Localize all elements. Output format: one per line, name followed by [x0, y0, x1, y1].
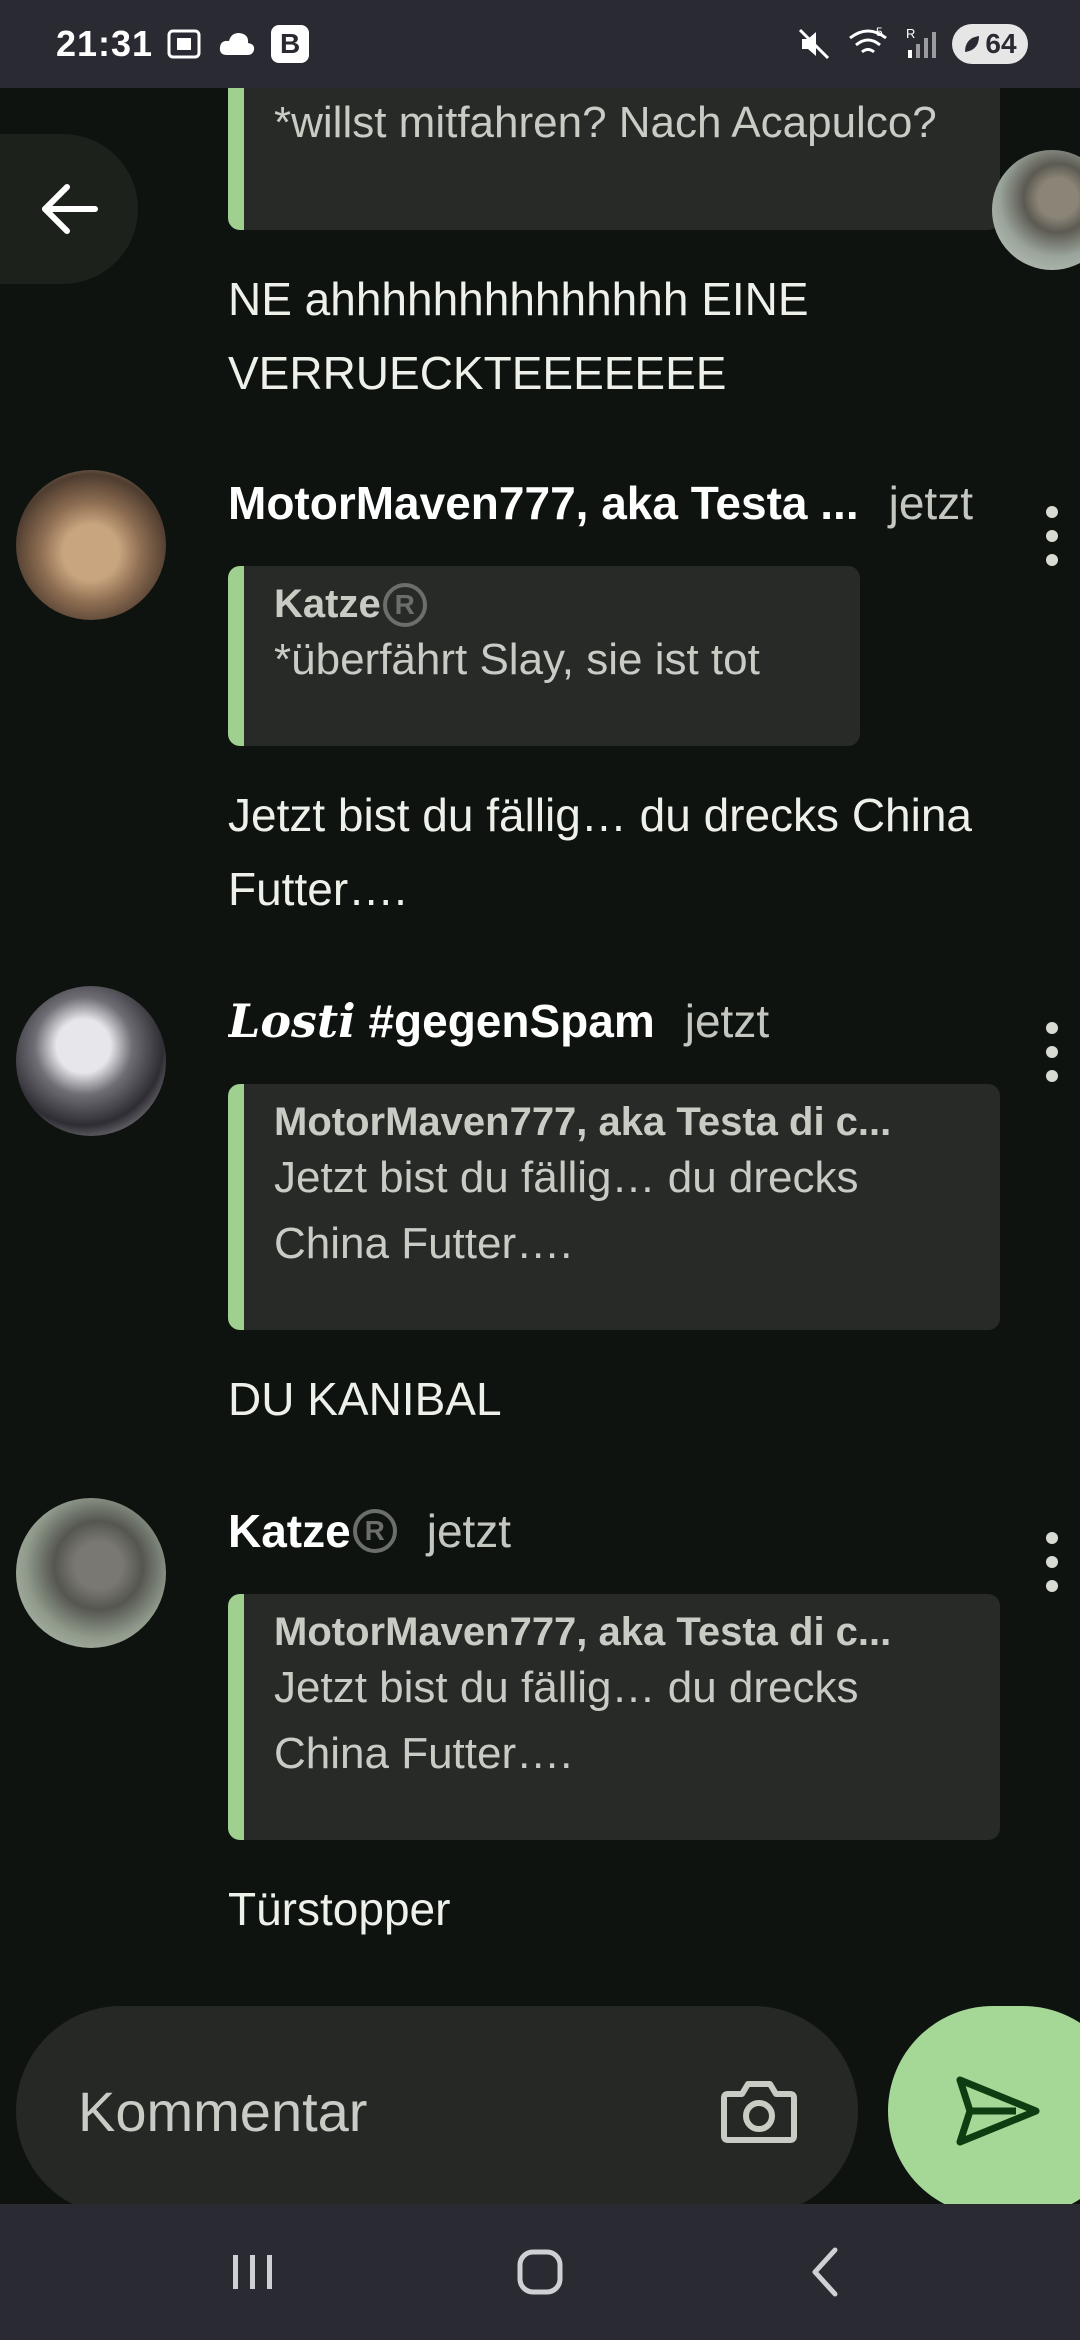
roaming-indicator: R	[906, 26, 915, 41]
comment-input[interactable]: Kommentar	[78, 2079, 720, 2144]
screenshot-icon	[167, 29, 201, 59]
b-app-badge: B	[271, 25, 310, 63]
status-right: 5 R 64	[796, 24, 1028, 64]
status-left-icons: B	[165, 25, 310, 63]
network-badge: 5	[876, 26, 883, 39]
more-options-button[interactable]	[1040, 506, 1064, 566]
quote-text: Jetzt bist du fällig… du drecks China Fu…	[274, 1153, 859, 1268]
battery-indicator: 64	[952, 24, 1028, 64]
author-name[interactable]: Losti #gegenSpam	[228, 994, 655, 1048]
quote-author: Katze R	[274, 582, 832, 627]
more-options-button[interactable]	[1040, 1532, 1064, 1592]
message-text: NE ahhhhhhhhhhhhhh EINE VERRUECKTEEEEEEE	[228, 273, 809, 399]
home-icon[interactable]	[510, 2242, 570, 2302]
timestamp: jetzt	[684, 995, 770, 1047]
message-text: Türstopper	[228, 1883, 451, 1935]
system-navigation-bar	[0, 2204, 1080, 2340]
signal-icon: R	[906, 26, 936, 58]
more-dot	[1046, 1022, 1058, 1034]
timestamp: jetzt	[888, 477, 973, 529]
recents-icon[interactable]	[223, 2247, 283, 2297]
quote-text: *überfährt Slay, sie ist tot	[274, 635, 760, 684]
status-left: 21:31 B	[56, 23, 310, 65]
mute-icon	[798, 28, 830, 60]
author-name-tag: #gegenSpam	[368, 995, 655, 1047]
more-dot	[1046, 1556, 1058, 1568]
quote-bubble[interactable]: MotorMaven777, aka Testa di c... Jetzt b…	[228, 1084, 1000, 1330]
quote-author-name: MotorMaven777, aka Testa di c...	[274, 1610, 892, 1654]
message-text: Jetzt bist du fällig… du drecks China Fu…	[228, 789, 973, 915]
author-name-styled: Losti	[228, 994, 356, 1048]
quote-text: Jetzt bist du fällig… du drecks China Fu…	[274, 1663, 859, 1778]
quote-bubble[interactable]: MotorMaven777, aka Testa di c... Jetzt b…	[228, 1594, 1000, 1840]
comment-composer[interactable]: Kommentar	[16, 2006, 858, 2216]
comment-header: Katze R jetzt	[228, 1504, 998, 1558]
camera-icon[interactable]	[720, 2076, 798, 2146]
more-dot	[1046, 1532, 1058, 1544]
nav-back-icon[interactable]	[797, 2242, 857, 2302]
author-name[interactable]: MotorMaven777, aka Testa ...	[228, 476, 859, 530]
avatar[interactable]	[16, 470, 166, 620]
timestamp: jetzt	[426, 1505, 512, 1557]
more-dot	[1046, 506, 1058, 518]
comment-header: MotorMaven777, aka Testa ... jetzt	[228, 476, 998, 530]
more-dot	[1046, 1580, 1058, 1592]
author-name[interactable]: Katze R	[228, 1504, 397, 1558]
send-icon	[956, 2076, 1040, 2146]
avatar[interactable]	[16, 1498, 166, 1648]
comment-feed[interactable]: *willst mitfahren? Nach Acapulco? NE ahh…	[0, 88, 1080, 1978]
status-time: 21:31	[56, 23, 154, 64]
author-name-text: Katze	[228, 1505, 351, 1557]
avatar[interactable]	[16, 986, 166, 1136]
more-dot	[1046, 530, 1058, 542]
quote-author: MotorMaven777, aka Testa di c...	[274, 1100, 972, 1145]
status-bar: 21:31 B 5 R 64	[0, 0, 1080, 88]
quote-author-name: Katze	[274, 582, 381, 626]
battery-level: 64	[985, 28, 1017, 59]
registered-mark-icon: R	[352, 1509, 397, 1553]
cloud-icon	[219, 33, 255, 55]
quote-author-name: MotorMaven777, aka Testa di c...	[274, 1100, 892, 1144]
arrow-left-icon	[42, 184, 98, 234]
comment-header: Losti #gegenSpam jetzt	[228, 994, 998, 1048]
leaf-icon	[965, 36, 980, 52]
message-text: DU KANIBAL	[228, 1373, 502, 1425]
more-dot	[1046, 1046, 1058, 1058]
registered-mark-icon: R	[382, 582, 427, 627]
more-dot	[1046, 554, 1058, 566]
wifi-icon: 5	[849, 26, 887, 54]
more-options-button[interactable]	[1040, 1022, 1064, 1082]
quote-bubble[interactable]: Katze R *überfährt Slay, sie ist tot	[228, 566, 860, 746]
more-dot	[1046, 1070, 1058, 1082]
send-button[interactable]	[888, 2006, 1080, 2216]
quote-bubble: *willst mitfahren? Nach Acapulco?	[228, 88, 1000, 230]
quote-author: MotorMaven777, aka Testa di c...	[274, 1610, 972, 1655]
quote-text: *willst mitfahren? Nach Acapulco?	[274, 98, 937, 147]
